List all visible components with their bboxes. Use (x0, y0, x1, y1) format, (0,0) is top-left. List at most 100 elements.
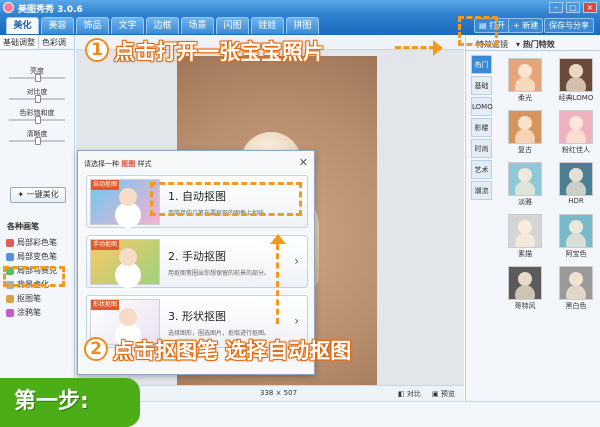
portrait-figure (119, 308, 137, 326)
brush-item-local-recolor[interactable]: 局部变色笔 (6, 250, 57, 264)
step1-instruction: 点击打开一张宝宝照片 (114, 40, 324, 64)
minimize-button[interactable]: – (549, 2, 563, 13)
effect-sketch[interactable]: 素描 (503, 214, 547, 259)
brush-section-title: 各种画笔 (7, 222, 39, 231)
brightness-slider[interactable]: 亮度 (0, 64, 74, 85)
contrast-slider[interactable]: 对比度 (0, 85, 74, 106)
color-brush-icon (6, 239, 14, 247)
hot-effects-title: ▾ 热门特效 (516, 39, 555, 50)
effect-thumbnail (508, 266, 542, 300)
effect-thumbnail (559, 266, 593, 300)
category-studio[interactable]: 影楼 (471, 118, 492, 137)
option-name: 3. 形状抠图 (168, 310, 226, 323)
tab-text[interactable]: 文字 (111, 17, 144, 34)
tab-face[interactable]: 美容 (41, 17, 74, 34)
effect-elegant[interactable]: 淡雅 (503, 162, 547, 207)
maximize-button[interactable]: □ (566, 2, 580, 13)
title-bar: 美图秀秀 3.0.6 – □ × (0, 0, 600, 15)
dropdown-arrow-icon: ▾ (516, 40, 521, 49)
effect-thumbnail (559, 214, 593, 248)
effect-thumbnail (559, 58, 593, 92)
brush-item-local-color[interactable]: 局部彩色笔 (6, 236, 57, 250)
adjust-subtabs: 基础调整 色彩调 (0, 35, 74, 50)
brush-item-cutout-pen[interactable]: 抠图笔 (6, 292, 57, 306)
category-fashion[interactable]: 时尚 (471, 139, 492, 158)
brush-item-doodle[interactable]: 涂鸦笔 (6, 306, 57, 320)
hot-effects-label: 热门特效 (522, 40, 555, 49)
tab-accessories[interactable]: 饰品 (76, 17, 109, 34)
new-button-label: 新建 (522, 21, 539, 30)
effect-thumbnail (508, 58, 542, 92)
effect-label: 粉红佳人 (562, 146, 590, 154)
bottom-strip (140, 401, 600, 427)
arrow-right-icon (433, 40, 443, 56)
effects-panel: 特效滤镜 ▾ 热门特效 热门 基础 LOMO 影楼 时尚 艺术 潮流 柔光 经典… (465, 35, 600, 401)
doodle-icon (6, 309, 14, 317)
category-basic[interactable]: 基础 (471, 76, 492, 95)
sharpness-knob[interactable] (34, 137, 41, 145)
sharpness-slider[interactable]: 清晰度 (0, 127, 74, 148)
effect-label: 黑白色 (565, 302, 587, 310)
effect-hdr[interactable]: HDR (554, 162, 598, 207)
arrow-up-icon (270, 234, 286, 244)
compare-label: 对比 (406, 390, 421, 398)
subtab-basic[interactable]: 基础调整 (0, 35, 39, 49)
image-dimensions: 338 × 507 (260, 389, 298, 397)
option-name: 2. 手动抠图 (168, 250, 226, 263)
effect-retro[interactable]: 复古 (503, 110, 547, 155)
tab-flash[interactable]: 闪图 (216, 17, 249, 34)
effect-abao-color[interactable]: 阿宝色 (554, 214, 598, 259)
one-click-beautify-button[interactable]: ✦ 一键美化 (10, 187, 66, 203)
app-title: 美图秀秀 3.0.6 (18, 5, 83, 15)
dialog-title-highlight: 抠图 (121, 160, 136, 168)
cutout-pen-highlight (3, 266, 65, 287)
category-lomo[interactable]: LOMO (471, 97, 493, 116)
compare-button[interactable]: ◧ 对比 (398, 389, 421, 399)
option-badge: 自动抠图 (91, 180, 120, 190)
saturation-slider[interactable]: 色彩饱和度 (0, 106, 74, 127)
close-window-button[interactable]: × (583, 2, 597, 13)
tab-collage[interactable]: 拼图 (286, 17, 319, 34)
option-description: 用抠图笔圈出你想保留的前景的部分。 (168, 270, 271, 277)
tab-doll[interactable]: 娃娃 (251, 17, 284, 34)
effect-label: 淡雅 (518, 198, 532, 206)
effect-pink-lady[interactable]: 粉红佳人 (554, 110, 598, 155)
effect-black-white[interactable]: 黑白色 (554, 266, 598, 311)
contrast-knob[interactable] (34, 95, 41, 103)
effect-thumbnail (508, 110, 542, 144)
save-share-button[interactable]: 保存与分享 (544, 18, 594, 33)
category-trend[interactable]: 潮流 (471, 181, 492, 200)
preview-icon: ▣ (432, 390, 439, 398)
slider-spacer (0, 50, 74, 64)
effect-label: HDR (568, 197, 584, 205)
dialog-title-prefix: 请选择一种 (84, 160, 119, 168)
effect-gothic[interactable]: 哥特风 (503, 266, 547, 311)
saturation-knob[interactable] (34, 116, 41, 124)
chevron-right-icon: › (294, 314, 299, 328)
effect-soft-light[interactable]: 柔光 (503, 58, 547, 103)
preview-label: 预览 (440, 390, 455, 398)
tab-frame[interactable]: 边框 (146, 17, 179, 34)
effect-label: 柔光 (518, 94, 532, 102)
category-art[interactable]: 艺术 (471, 160, 492, 179)
manual-cutout-thumbnail: 手动抠图 (90, 239, 160, 285)
effect-classic-lomo[interactable]: 经典LOMO (554, 58, 598, 103)
tab-beautify[interactable]: 美化 (6, 17, 39, 34)
step2-number-badge: 2 (84, 337, 108, 361)
open-button-highlight (458, 16, 498, 46)
category-hot[interactable]: 热门 (471, 55, 492, 74)
effect-categories: 热门 基础 LOMO 影楼 时尚 艺术 潮流 (471, 55, 493, 202)
effects-grid: 柔光 经典LOMO 复古 粉红佳人 淡雅 HDR 素描 阿宝色 哥特风 黑白色 (503, 58, 598, 311)
brightness-knob[interactable] (34, 74, 41, 82)
subtab-color[interactable]: 色彩调 (39, 35, 69, 49)
option-badge: 手动抠图 (91, 240, 120, 250)
main-tabs: 美化 美容 饰品 文字 边框 场景 闪图 娃娃 拼图 (6, 17, 319, 34)
new-button[interactable]: + 新建 (508, 18, 544, 33)
tab-scene[interactable]: 场景 (181, 17, 214, 34)
effect-thumbnail (559, 110, 593, 144)
dialog-close-icon[interactable]: ✕ (299, 156, 308, 169)
brush-label: 局部彩色笔 (17, 238, 57, 247)
recolor-brush-icon (6, 253, 14, 261)
compare-icon: ◧ (398, 390, 405, 398)
preview-button[interactable]: ▣ 预览 (432, 389, 455, 399)
